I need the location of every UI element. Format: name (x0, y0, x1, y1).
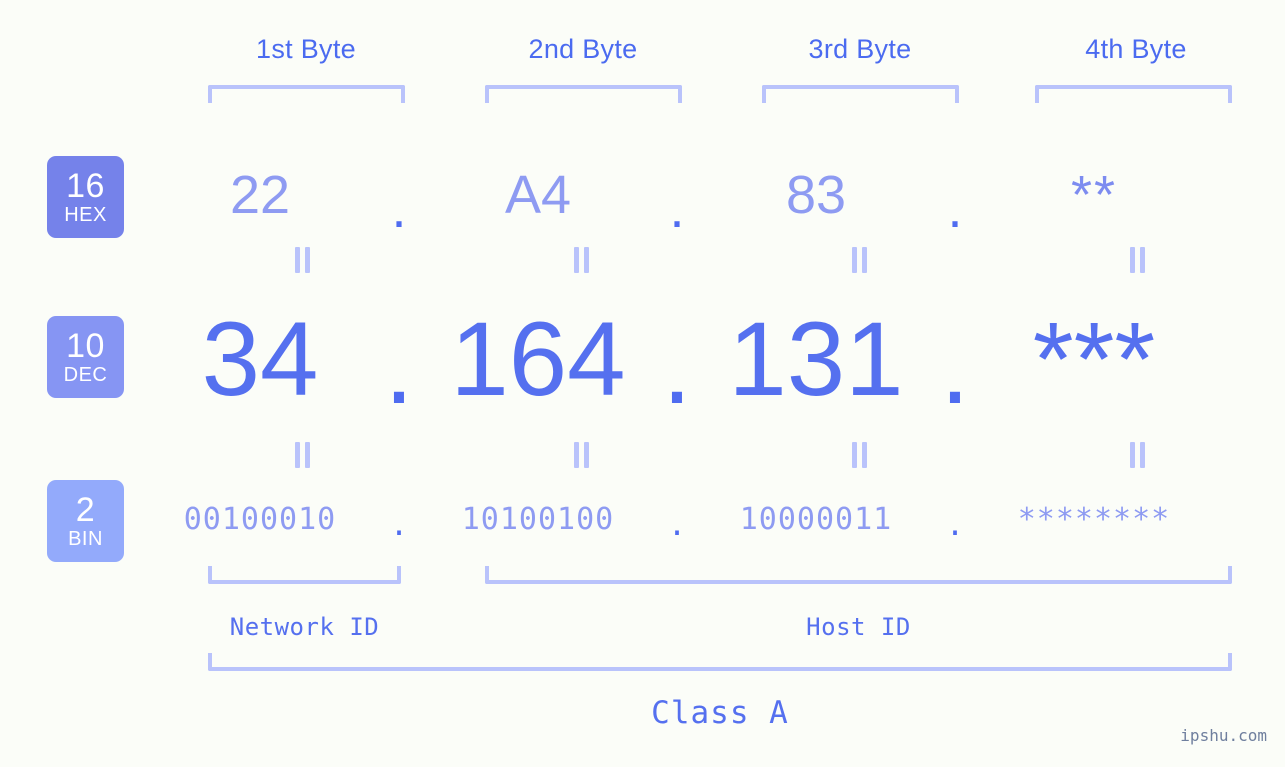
dec-byte-4: *** (1032, 301, 1156, 418)
hex-separator-3: . (947, 179, 963, 239)
byte-header-1: 1st Byte (256, 34, 356, 64)
hex-separator-1: . (391, 179, 407, 239)
byte-header-2: 2nd Byte (528, 34, 638, 64)
bin-byte-1: 00100010 (183, 502, 337, 537)
host-id-bracket-icon (485, 566, 1232, 584)
dec-byte-3: 131 (728, 301, 904, 418)
network-id-label: Network ID (229, 613, 380, 641)
byte-bracket-4-icon (1035, 85, 1232, 103)
dec-byte-2: 164 (450, 301, 626, 418)
base-badge-dec-abbr: DEC (63, 364, 108, 386)
hex-byte-1: 22 (229, 165, 291, 225)
bin-byte-3: 10000011 (739, 502, 893, 537)
byte-header-3: 3rd Byte (808, 34, 912, 64)
equals-mark-hex-dec-3-icon (849, 247, 869, 273)
hex-separator-2: . (669, 179, 685, 239)
equals-mark-dec-bin-1-icon (292, 442, 312, 468)
class-bracket-icon (208, 653, 1232, 671)
equals-mark-hex-dec-1-icon (292, 247, 312, 273)
network-id-bracket-icon (208, 566, 401, 584)
equals-mark-dec-bin-2-icon (571, 442, 591, 468)
base-badge-bin-abbr: BIN (68, 528, 103, 550)
hex-value-row: 22 . A4 . 83 . ** (150, 150, 1285, 240)
base-badge-hex-abbr: HEX (64, 204, 107, 226)
dec-separator-2: . (662, 309, 692, 426)
dec-byte-1: 34 (201, 301, 319, 418)
byte-header-4: 4th Byte (1085, 34, 1187, 64)
hex-byte-3: 83 (785, 165, 847, 225)
base-badge-bin: 2 BIN (47, 480, 124, 562)
byte-bracket-2-icon (485, 85, 682, 103)
bin-separator-3: . (945, 508, 965, 543)
host-id-label: Host ID (806, 613, 911, 641)
equals-mark-hex-dec-2-icon (571, 247, 591, 273)
dec-separator-3: . (940, 309, 970, 426)
equals-mark-hex-dec-4-icon (1127, 247, 1147, 273)
bin-separator-2: . (667, 508, 687, 543)
bin-value-row: 00100010 . 10100100 . 10000011 . *******… (150, 485, 1285, 555)
base-badge-hex-number: 16 (66, 167, 105, 205)
bin-separator-1: . (389, 508, 409, 543)
dec-value-row: 34 . 164 . 131 . *** (150, 290, 1285, 430)
equals-mark-dec-bin-3-icon (849, 442, 869, 468)
hex-byte-4: ** (1070, 165, 1118, 225)
bin-byte-2: 10100100 (461, 502, 615, 537)
base-badge-bin-number: 2 (75, 491, 96, 529)
equals-mark-dec-bin-4-icon (1127, 442, 1147, 468)
byte-bracket-1-icon (208, 85, 405, 103)
base-badge-dec-number: 10 (66, 327, 105, 365)
bin-byte-4: ******** (1017, 502, 1171, 537)
dec-separator-1: . (384, 309, 414, 426)
site-watermark: ipshu.com (1180, 726, 1267, 745)
ip-breakdown-diagram: 1st Byte 2nd Byte 3rd Byte 4th Byte 16 H… (0, 0, 1285, 767)
base-badge-hex: 16 HEX (47, 156, 124, 238)
base-badge-dec: 10 DEC (47, 316, 124, 398)
hex-byte-2: A4 (504, 165, 572, 225)
class-label: Class A (651, 695, 789, 731)
byte-bracket-3-icon (762, 85, 959, 103)
